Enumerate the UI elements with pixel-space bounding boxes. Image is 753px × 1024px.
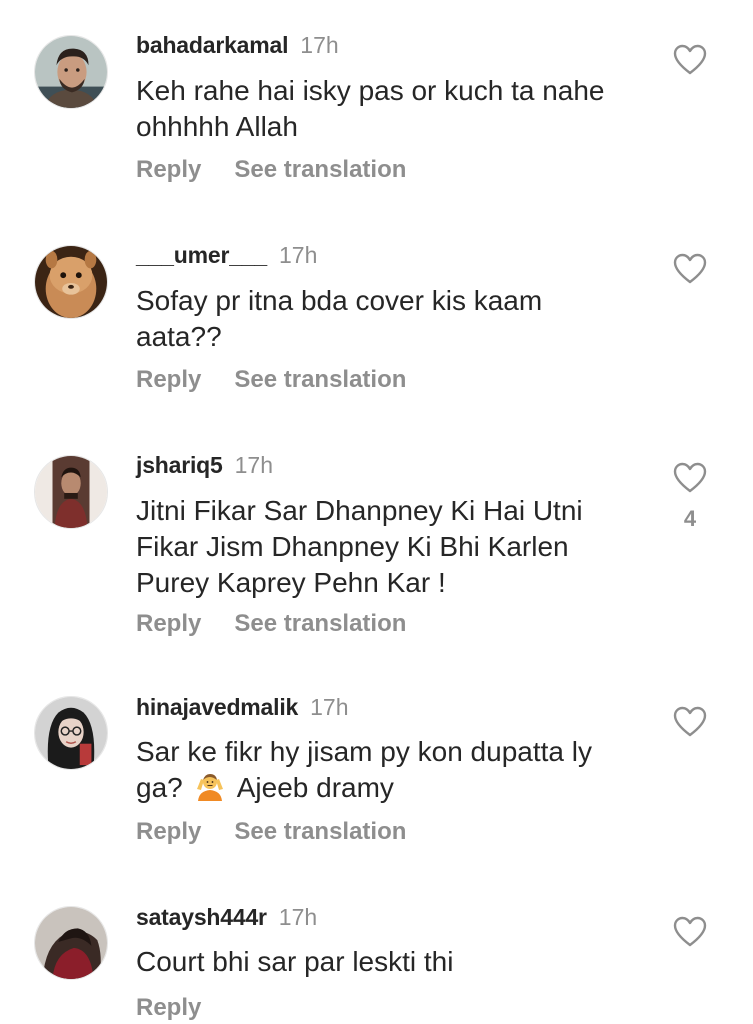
comment-text-line: Fikar Jism Dhanpney Ki Bhi Karlen [136,531,569,562]
avatar[interactable] [34,696,108,770]
comment-text-line: Purey Kaprey Pehn Kar ! [136,567,446,598]
see-translation-button[interactable]: See translation [234,366,406,393]
comment-time: 17h [310,694,349,720]
comment-actions: Reply See translation [136,366,406,394]
comment-meta: sataysh444r 17h [136,903,317,931]
comment-text-line: Sar ke fikr hy jisam py kon dupatta ly [136,736,592,767]
comment-text-line: ga? Ajeeb dramy [136,770,646,806]
reply-button[interactable]: Reply [136,818,201,845]
username[interactable]: ___umer___ [136,242,267,268]
comment-meta: bahadarkamal 17h [136,31,339,59]
like-count[interactable]: 4 [673,506,707,532]
comment-time: 17h [278,904,318,930]
comment-text-line: aata?? [136,321,222,352]
comment-actions: Reply See translation [136,156,406,184]
comment-meta: jshariq5 17h [136,451,273,479]
comment-actions: Reply See translation [136,818,406,846]
comment-actions: Reply See translation [136,610,406,638]
reply-button[interactable]: Reply [136,366,201,393]
comment-text-line: Court bhi sar par leskti thi [136,946,454,977]
comment-meta: ___umer___ 17h [136,241,317,269]
heart-outline-icon[interactable] [673,706,707,738]
avatar[interactable] [34,35,108,109]
heart-outline-icon[interactable] [673,253,707,285]
heart-outline-icon[interactable] [673,916,707,948]
username[interactable]: sataysh444r [136,904,267,930]
comment-item: sataysh444r 17h Court bhi sar par leskti … [0,874,753,1024]
comment-text: Sofay pr itna bda cover kis kaam aata?? [136,283,646,355]
comment-text: Jitni Fikar Sar Dhanpney Ki Hai Utni Fik… [136,493,646,601]
comment-text: Keh rahe hai isky pas or kuch ta nahe oh… [136,73,646,145]
comment-text: Sar ke fikr hy jisam py kon dupatta ly g… [136,734,646,806]
comment-text-line: Keh rahe hai isky pas or kuch ta nahe [136,75,605,106]
reply-button[interactable]: Reply [136,994,201,1021]
see-translation-button[interactable]: See translation [234,818,406,845]
comment-text-fragment: Ajeeb dramy [236,772,394,803]
comment-time: 17h [234,452,273,478]
username[interactable]: jshariq5 [136,452,223,478]
reply-button[interactable]: Reply [136,156,201,183]
comment-text-line: Sofay pr itna bda cover kis kaam [136,285,543,316]
person-shrugging-emoji [195,771,225,801]
username[interactable]: bahadarkamal [136,32,288,58]
comment-text-line: Jitni Fikar Sar Dhanpney Ki Hai Utni [136,495,583,526]
comment-item: jshariq5 17h Jitni Fikar Sar Dhanpney Ki … [0,420,753,664]
avatar[interactable] [34,455,108,529]
comment-item: hinajavedmalik 17h Sar ke fikr hy jisam p… [0,664,753,874]
reply-button[interactable]: Reply [136,610,201,637]
heart-outline-icon[interactable] [673,44,707,76]
see-translation-button[interactable]: See translation [234,610,406,637]
comment-meta: hinajavedmalik 17h [136,693,348,721]
username[interactable]: hinajavedmalik [136,694,298,720]
comment-item: ___umer___ 17h Sofay pr itna bda cover ki… [0,210,753,420]
see-translation-button[interactable]: See translation [234,156,406,183]
avatar[interactable] [34,906,108,980]
heart-outline-icon[interactable] [673,462,707,494]
comment-time: 17h [279,242,318,268]
avatar[interactable] [34,245,108,319]
comment-text-fragment: ga? [136,772,183,803]
comment-item: bahadarkamal 17h Keh rahe hai isky pas or… [0,0,753,210]
comment-text-line: ohhhhh Allah [136,111,298,142]
comment-time: 17h [300,32,339,58]
comment-text: Court bhi sar par leskti thi [136,944,646,980]
comment-actions: Reply [136,994,201,1022]
